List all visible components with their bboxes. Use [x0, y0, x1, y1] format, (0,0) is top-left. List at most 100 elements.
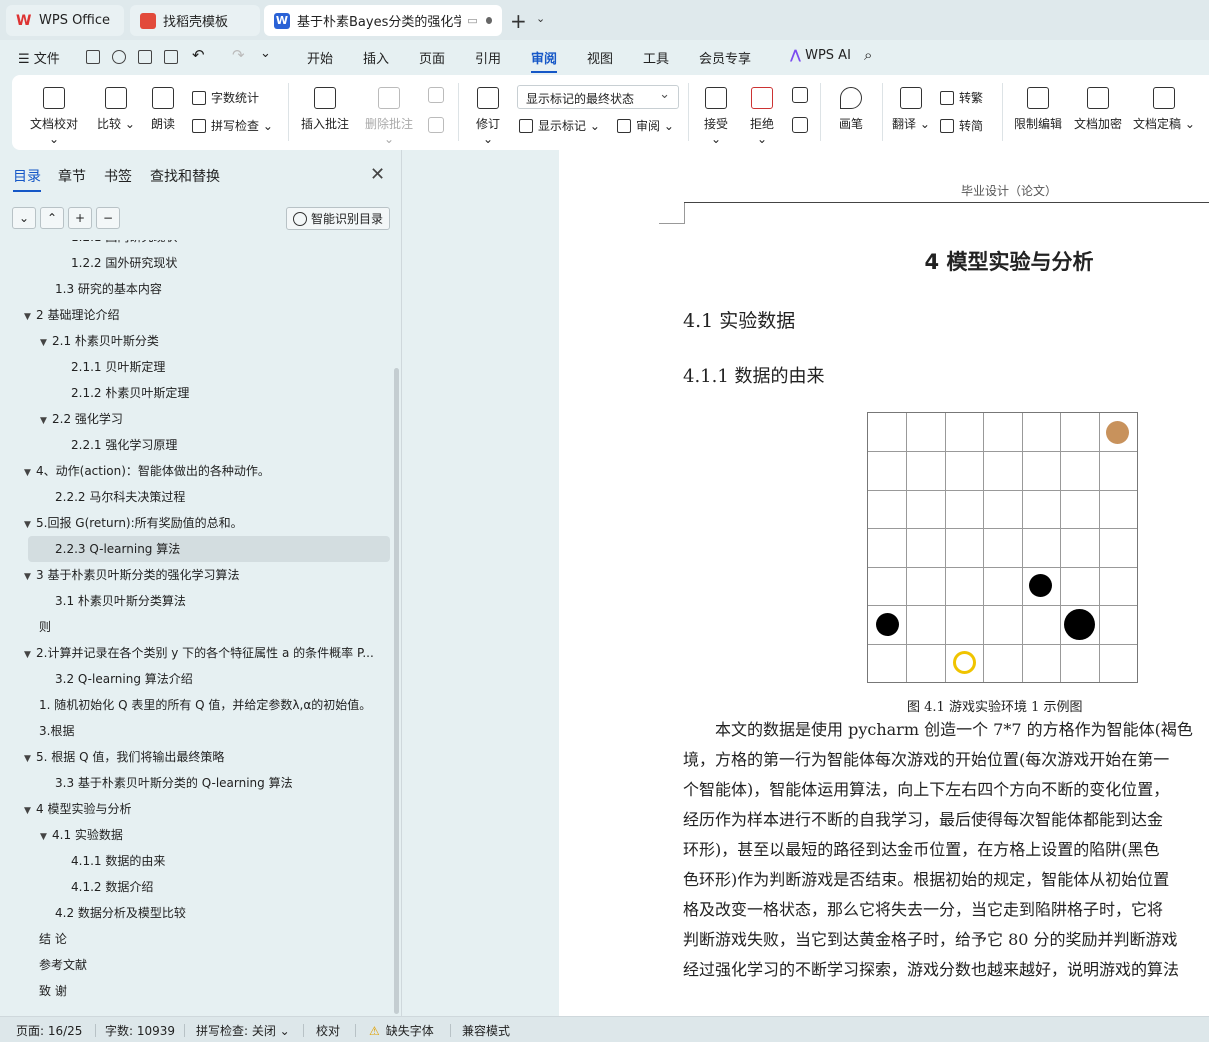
chevron-down-icon[interactable]: ⌄ [260, 46, 271, 61]
pen-button[interactable]: 画笔 [834, 87, 868, 132]
restrict-edit-button[interactable]: 限制编辑 [1012, 87, 1064, 132]
nav-tab-chapter[interactable]: 章节 [58, 166, 86, 186]
toc-item[interactable]: 1. 随机初始化 Q 表里的所有 Q 值，并给定参数λ,α的初始值。 [0, 692, 390, 718]
menu-reference[interactable]: 引用 [475, 48, 501, 67]
menu-insert[interactable]: 插入 [363, 48, 389, 67]
read-aloud-button[interactable]: 朗读 [148, 87, 178, 132]
toc-item[interactable]: 4.1.1 数据的由来 [0, 848, 390, 874]
collapse-arrow-icon[interactable]: ▼ [24, 746, 36, 770]
menu-review[interactable]: 审阅 [531, 48, 558, 73]
doc-check-button[interactable]: 文档校对 ⌄ [28, 87, 80, 146]
collapse-arrow-icon[interactable]: ▼ [24, 564, 36, 588]
reject-button[interactable]: 拒绝 ⌄ [744, 87, 780, 146]
collapse-arrow-icon[interactable]: ▼ [24, 642, 36, 666]
chevron-down-icon[interactable]: ⌄ [536, 12, 545, 25]
toc-item[interactable]: ▼ 3 基于朴素贝叶斯分类的强化学习算法 [0, 562, 390, 588]
doc-encrypt-button[interactable]: 文档加密 [1072, 87, 1124, 132]
collapse-arrow-icon[interactable]: ▼ [40, 824, 52, 848]
add-heading-button[interactable]: + [68, 207, 92, 229]
toc-item[interactable]: ▼ 2 基础理论介绍 [0, 302, 390, 328]
toc-item[interactable]: ▼ 4、动作(action)：智能体做出的各种动作。 [0, 458, 390, 484]
toc-item[interactable]: 4.1.2 数据介绍 [0, 874, 390, 900]
missing-font-status[interactable]: 缺失字体 [369, 1022, 434, 1039]
menu-member[interactable]: 会员专享 [699, 48, 751, 67]
revise-button[interactable]: 修订 ⌄ [470, 87, 506, 146]
expand-down-button[interactable]: ⌄ [12, 207, 36, 229]
toc-item[interactable]: 参考文献 [0, 952, 390, 978]
search-icon[interactable]: ⌕ [864, 46, 872, 64]
tab-document[interactable]: W 基于朴素Bayes分类的强化学习 ▭ [264, 5, 502, 36]
next-comment-button[interactable] [426, 117, 446, 139]
toc-item[interactable]: 1.2.2 国外研究现状 [0, 250, 390, 276]
toc-item[interactable]: 1.2.1 国内研究现状 [0, 240, 390, 250]
menu-page[interactable]: 页面 [419, 48, 445, 67]
toc-item[interactable]: 则 [0, 614, 390, 640]
toc-item[interactable]: 致 谢 [0, 978, 390, 1004]
toc-item[interactable]: ▼ 2.2 强化学习 [0, 406, 390, 432]
nav-tab-find-replace[interactable]: 查找和替换 [150, 166, 220, 186]
toc-item[interactable]: 1.3 研究的基本内容 [0, 276, 390, 302]
redo-icon[interactable]: ↷ [232, 46, 245, 64]
menu-tools[interactable]: 工具 [643, 48, 669, 67]
nav-tab-bookmark[interactable]: 书签 [104, 166, 132, 186]
toc-scrollbar[interactable] [394, 368, 399, 1014]
show-markup-button[interactable]: 显示标记 ⌄ [519, 117, 600, 134]
new-tab-plus-icon[interactable]: + [510, 9, 527, 33]
toc-item[interactable]: ▼ 5. 根据 Q 值，我们将输出最终策略 [0, 744, 390, 770]
page-count[interactable]: 页面: 16/25 [16, 1022, 82, 1039]
toc-item[interactable]: 2.1.2 朴素贝叶斯定理 [0, 380, 390, 406]
collapse-arrow-icon[interactable]: ▼ [24, 460, 36, 484]
spell-check-status[interactable]: 拼写检查: 关闭 ⌄ [196, 1022, 290, 1039]
proof-status[interactable]: 校对 [316, 1022, 340, 1039]
close-icon[interactable]: ✕ [370, 164, 385, 185]
menu-home[interactable]: 开始 [307, 48, 333, 67]
review-pane-button[interactable]: 审阅 ⌄ [617, 117, 674, 134]
delete-comment-button[interactable]: 删除批注 ⌄ [360, 87, 418, 146]
toc-item[interactable]: 3.根据 [0, 718, 390, 744]
next-revision-button[interactable] [790, 117, 810, 139]
share-icon[interactable] [112, 50, 126, 64]
doc-finalize-button[interactable]: 文档定稿 ⌄ [1132, 87, 1196, 132]
translate-button[interactable]: 翻译 ⌄ [892, 87, 930, 132]
smart-toc-button[interactable]: 智能识别目录 [286, 207, 390, 230]
compare-button[interactable]: 比较 ⌄ [96, 87, 136, 132]
collapse-arrow-icon[interactable]: ▼ [24, 304, 36, 328]
toc-item[interactable]: 3.3 基于朴素贝叶斯分类的 Q-learning 算法 [0, 770, 390, 796]
word-count[interactable]: 字数: 10939 [105, 1022, 175, 1039]
toc-item[interactable]: ▼ 2.1 朴素贝叶斯分类 [0, 328, 390, 354]
collapse-up-button[interactable]: ⌃ [40, 207, 64, 229]
toc-item[interactable]: 4.2 数据分析及模型比较 [0, 900, 390, 926]
toc-item[interactable]: ▼ 4.1 实验数据 [0, 822, 390, 848]
to-simplified-button[interactable]: 转简 [940, 117, 983, 134]
spell-check-button[interactable]: 拼写检查 ⌄ [192, 117, 273, 134]
toc-item[interactable]: 2.2.1 强化学习原理 [0, 432, 390, 458]
tab-template[interactable]: 找稻壳模板 [130, 5, 260, 36]
print-preview-icon[interactable] [164, 50, 178, 64]
undo-icon[interactable]: ↶ [192, 46, 205, 64]
nav-tab-toc[interactable]: 目录 [13, 166, 41, 192]
toc-item[interactable]: 结 论 [0, 926, 390, 952]
menu-view[interactable]: 视图 [587, 48, 613, 67]
toc-item[interactable]: ▼ 2.计算并记录在各个类别 y 下的各个特征属性 a 的条件概率 P... [0, 640, 390, 666]
collapse-arrow-icon[interactable]: ▼ [24, 798, 36, 822]
toc-item[interactable]: 3.1 朴素贝叶斯分类算法 [0, 588, 390, 614]
collapse-arrow-icon[interactable]: ▼ [40, 408, 52, 432]
toc-item[interactable]: 2.2.3 Q-learning 算法 [28, 536, 390, 562]
collapse-arrow-icon[interactable]: ▼ [40, 330, 52, 354]
toc-item[interactable]: 2.2.2 马尔科夫决策过程 [0, 484, 390, 510]
accept-button[interactable]: 接受 ⌄ [698, 87, 734, 146]
to-traditional-button[interactable]: 转繁 [940, 89, 983, 106]
word-count-button[interactable]: 字数统计 [192, 89, 259, 106]
prev-revision-button[interactable] [790, 87, 810, 109]
markup-state-dropdown[interactable]: 显示标记的最终状态 [517, 85, 679, 109]
file-menu[interactable]: ☰ 文件 [18, 48, 60, 67]
toc-item[interactable]: ▼ 5.回报 G(return):所有奖励值的总和。 [0, 510, 390, 536]
document-page[interactable]: 毕业设计（论文） 4 模型实验与分析 4.1 实验数据 4.1.1 数据的由来 … [559, 150, 1209, 1016]
tab-wps-office[interactable]: W WPS Office [6, 5, 124, 36]
print-icon[interactable] [138, 50, 152, 64]
remove-heading-button[interactable]: − [96, 207, 120, 229]
wps-ai-button[interactable]: ⋀ WPS AI [790, 48, 851, 63]
prev-comment-button[interactable] [426, 87, 446, 109]
toc-item[interactable]: 2.1.1 贝叶斯定理 [0, 354, 390, 380]
insert-comment-button[interactable]: 插入批注 [300, 87, 350, 132]
